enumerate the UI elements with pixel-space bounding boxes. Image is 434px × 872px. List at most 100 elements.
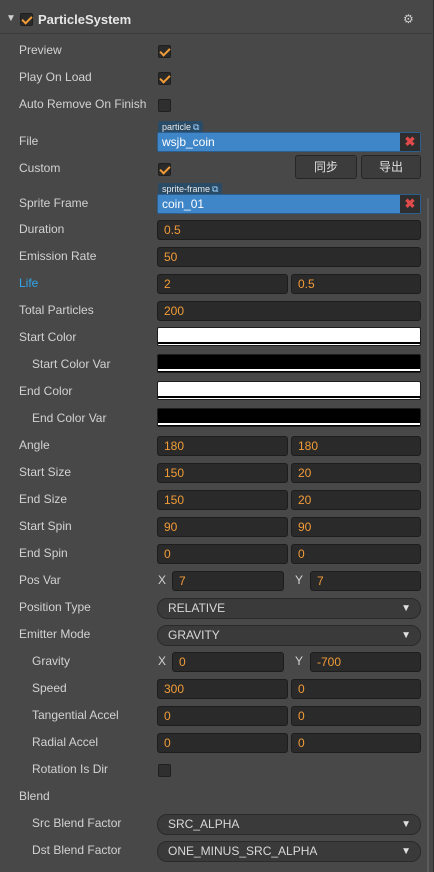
start-color-label: Start Color: [19, 330, 77, 344]
radial-accel-var-input[interactable]: 0: [291, 733, 421, 753]
src-blend-value: SRC_ALPHA: [168, 817, 240, 831]
gravity-row: Gravity X 0 Y -700: [0, 649, 432, 676]
sprite-frame-asset-field[interactable]: coin_01 ✖: [157, 194, 421, 214]
file-asset-type-text: particle: [162, 122, 192, 132]
rotation-is-dir-checkbox[interactable]: [158, 764, 171, 777]
file-asset-value: wsjb_coin: [162, 135, 215, 149]
dropdown-caret-icon: ▼: [401, 819, 411, 830]
collapse-arrow-icon[interactable]: ▼: [6, 13, 16, 24]
pos-var-x-label: X: [158, 573, 167, 587]
tangential-accel-input[interactable]: 0: [157, 706, 288, 726]
file-asset-field[interactable]: wsjb_coin ✖: [157, 132, 421, 152]
angle-label: Angle: [19, 438, 50, 452]
dropdown-caret-icon: ▼: [401, 846, 411, 857]
dst-blend-row: Dst Blend Factor ONE_MINUS_SRC_ALPHA ▼: [0, 838, 432, 865]
angle-input[interactable]: 180: [157, 436, 288, 456]
dst-blend-value: ONE_MINUS_SRC_ALPHA: [168, 844, 318, 858]
src-blend-row: Src Blend Factor SRC_ALPHA ▼: [0, 811, 432, 838]
life-label: Life: [19, 276, 39, 290]
end-color-var-row: End Color Var: [0, 406, 432, 433]
pos-var-y-input[interactable]: 7: [310, 571, 421, 591]
tangential-accel-row: Tangential Accel 0 0: [0, 703, 432, 730]
component-enabled-checkbox[interactable]: [20, 13, 33, 26]
end-spin-var-input[interactable]: 0: [291, 544, 421, 564]
end-size-row: End Size 150 20: [0, 487, 432, 514]
angle-var-input[interactable]: 180: [291, 436, 421, 456]
sync-button[interactable]: 同步: [295, 155, 357, 179]
end-color-var-swatch[interactable]: [157, 408, 421, 427]
gravity-y-input[interactable]: -700: [310, 652, 421, 672]
end-size-var-input[interactable]: 20: [291, 490, 421, 510]
start-size-input[interactable]: 150: [157, 463, 288, 483]
tangential-accel-var-input[interactable]: 0: [291, 706, 421, 726]
dropdown-caret-icon: ▼: [401, 630, 411, 641]
radial-accel-input[interactable]: 0: [157, 733, 288, 753]
life-var-input[interactable]: 0.5: [291, 274, 421, 294]
start-size-row: Start Size 150 20: [0, 460, 432, 487]
src-blend-label: Src Blend Factor: [32, 816, 122, 830]
start-color-var-swatch[interactable]: [157, 354, 421, 373]
custom-row: Custom 同步 导出: [0, 155, 432, 182]
start-spin-label: Start Spin: [19, 519, 72, 533]
preview-checkbox[interactable]: [158, 45, 171, 58]
radial-accel-row: Radial Accel 0 0: [0, 730, 432, 757]
end-color-swatch[interactable]: [157, 381, 421, 400]
start-color-swatch[interactable]: [157, 327, 421, 346]
total-particles-row: Total Particles 200: [0, 298, 432, 325]
emitter-mode-label: Emitter Mode: [19, 627, 91, 641]
component-title: ParticleSystem: [38, 12, 132, 27]
emission-rate-label: Emission Rate: [19, 249, 97, 263]
play-on-load-row: Play On Load: [0, 65, 432, 92]
speed-var-input[interactable]: 0: [291, 679, 421, 699]
radial-accel-label: Radial Accel: [32, 735, 99, 749]
end-color-var-label: End Color Var: [32, 411, 107, 425]
sprite-frame-asset-type-text: sprite-frame: [162, 184, 211, 194]
scrollbar[interactable]: [427, 198, 429, 872]
end-color-row: End Color: [0, 379, 432, 406]
clear-file-icon[interactable]: ✖: [400, 133, 420, 151]
total-particles-input[interactable]: 200: [157, 301, 421, 321]
life-input[interactable]: 2: [157, 274, 288, 294]
gravity-x-label: X: [158, 654, 167, 668]
end-spin-row: End Spin 0 0: [0, 541, 432, 568]
play-on-load-label: Play On Load: [19, 70, 92, 84]
preview-label: Preview: [19, 43, 62, 57]
auto-remove-checkbox[interactable]: [158, 99, 171, 112]
pos-var-row: Pos Var X 7 Y 7: [0, 568, 432, 595]
start-spin-input[interactable]: 90: [157, 517, 288, 537]
export-button[interactable]: 导出: [361, 155, 421, 179]
blend-label: Blend: [19, 789, 50, 803]
angle-row: Angle 180 180: [0, 433, 432, 460]
pos-var-y-label: Y: [295, 573, 304, 587]
header-divider: [0, 33, 432, 34]
component-header[interactable]: ▼ ParticleSystem ⚙: [0, 8, 432, 32]
speed-input[interactable]: 300: [157, 679, 288, 699]
emission-rate-input[interactable]: 50: [157, 247, 421, 267]
gravity-y-label: Y: [295, 654, 304, 668]
gear-icon[interactable]: ⚙: [403, 12, 414, 26]
tangential-accel-label: Tangential Accel: [32, 708, 119, 722]
position-type-select[interactable]: RELATIVE ▼: [157, 598, 421, 619]
start-size-var-input[interactable]: 20: [291, 463, 421, 483]
sprite-frame-asset-value: coin_01: [162, 197, 205, 211]
end-spin-input[interactable]: 0: [157, 544, 288, 564]
end-size-input[interactable]: 150: [157, 490, 288, 510]
emitter-mode-select[interactable]: GRAVITY ▼: [157, 625, 421, 646]
blend-row: Blend: [0, 784, 432, 811]
pos-var-label: Pos Var: [19, 573, 61, 587]
duration-input[interactable]: 0.5: [157, 220, 421, 240]
emitter-mode-value: GRAVITY: [168, 628, 220, 642]
gravity-x-input[interactable]: 0: [172, 652, 284, 672]
src-blend-select[interactable]: SRC_ALPHA ▼: [157, 814, 421, 835]
start-spin-var-input[interactable]: 90: [291, 517, 421, 537]
custom-checkbox[interactable]: [158, 163, 171, 176]
play-on-load-checkbox[interactable]: [158, 72, 171, 85]
auto-remove-row: Auto Remove On Finish: [0, 92, 432, 119]
gravity-label: Gravity: [32, 654, 71, 668]
start-color-var-label: Start Color Var: [32, 357, 111, 371]
pos-var-x-input[interactable]: 7: [172, 571, 284, 591]
dst-blend-select[interactable]: ONE_MINUS_SRC_ALPHA ▼: [157, 841, 421, 862]
total-particles-label: Total Particles: [19, 303, 94, 317]
clear-sprite-frame-icon[interactable]: ✖: [400, 195, 420, 213]
emission-rate-row: Emission Rate 50: [0, 244, 432, 271]
